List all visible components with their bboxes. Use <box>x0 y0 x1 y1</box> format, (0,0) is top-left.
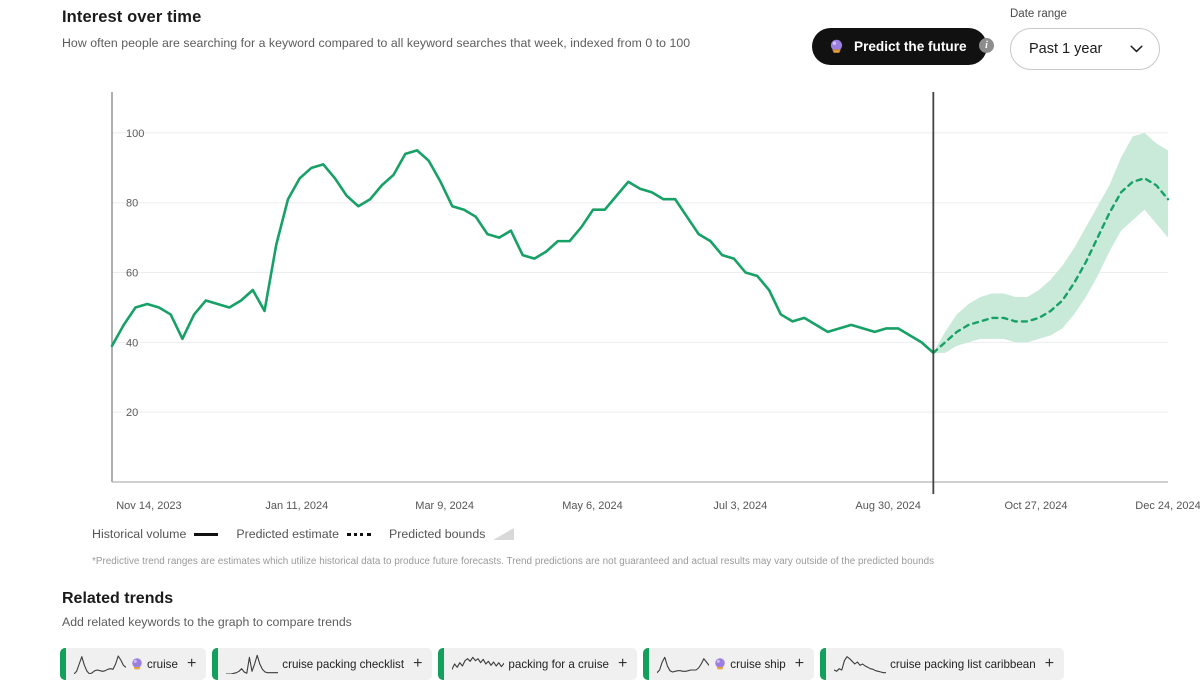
related-trends-title: Related trends <box>62 590 174 607</box>
legend-predicted-estimate-label: Predicted estimate <box>236 527 339 541</box>
x-axis-tick-label: May 6, 2024 <box>562 500 623 512</box>
related-trends-chip-list: cruise + cruise packing checklist + packing … <box>60 648 1065 680</box>
chip-sparkline <box>74 655 126 674</box>
related-trend-chip[interactable]: cruise + <box>60 648 207 680</box>
legend-item-predicted-estimate: Predicted estimate <box>236 527 371 541</box>
date-range-value: Past 1 year <box>1029 41 1103 57</box>
legend-bounds-wedge-swatch <box>493 528 515 540</box>
x-axis-tick-label: Mar 9, 2024 <box>415 500 474 512</box>
chip-label: packing for a cruise <box>508 657 609 671</box>
legend-historical-label: Historical volume <box>92 527 187 541</box>
crystal-ball-icon <box>715 658 726 670</box>
crystal-ball-icon <box>830 39 843 53</box>
predict-the-future-button[interactable]: Predict the future <box>812 28 987 65</box>
chart-footnote: *Predictive trend ranges are estimates w… <box>92 556 935 567</box>
y-axis-tick-label: 40 <box>126 337 138 349</box>
interest-over-time-page: Interest over time How often people are … <box>0 0 1200 700</box>
legend-predicted-bounds-label: Predicted bounds <box>388 527 486 541</box>
x-axis-tick-label: Jan 11, 2024 <box>265 500 328 512</box>
x-axis-tick-label: Dec 24, 2024 <box>1135 500 1200 512</box>
plus-icon[interactable]: + <box>413 656 422 672</box>
y-axis-tick-label: 60 <box>126 268 138 280</box>
chip-label: cruise packing checklist <box>282 657 405 671</box>
page-subtitle: How often people are searching for a key… <box>62 36 691 50</box>
x-axis-tick-label: Aug 30, 2024 <box>855 500 920 512</box>
legend-dashed-line-swatch <box>346 532 371 536</box>
chart-legend: Historical volume Predicted estimate Pre… <box>92 527 515 541</box>
related-trend-chip[interactable]: cruise packing checklist + <box>212 648 433 680</box>
y-axis-tick-label: 100 <box>126 128 144 140</box>
related-trend-chip[interactable]: cruise ship + <box>643 648 815 680</box>
chip-label: cruise <box>147 657 178 671</box>
predict-button-label: Predict the future <box>854 39 967 54</box>
info-icon[interactable]: i <box>979 38 994 53</box>
legend-solid-line-swatch <box>194 532 219 536</box>
chip-accent-bar <box>438 648 445 680</box>
plus-icon[interactable]: + <box>795 656 804 672</box>
chip-label: cruise ship <box>730 657 786 671</box>
x-axis-tick-label: Jul 3, 2024 <box>713 500 767 512</box>
related-trend-chip[interactable]: cruise packing list caribbean + <box>820 648 1065 680</box>
chip-accent-bar <box>820 648 827 680</box>
crystal-ball-icon <box>132 658 142 670</box>
plus-icon[interactable]: + <box>187 656 196 672</box>
date-range-select[interactable]: Past 1 year <box>1010 28 1160 70</box>
related-trends-subtitle: Add related keywords to the graph to com… <box>62 615 352 629</box>
chip-accent-bar <box>212 648 219 680</box>
interest-chart: 20 40 60 80 100 Nov 14, 2023 Jan 11, 2024 Mar 9… <box>0 84 1200 516</box>
legend-item-predicted-bounds: Predicted bounds <box>389 527 515 541</box>
related-trend-chip[interactable]: packing for a cruise + <box>438 648 638 680</box>
plus-icon[interactable]: + <box>1045 656 1054 672</box>
page-header: Interest over time How often people are … <box>0 0 1200 80</box>
date-range-label: Date range <box>1010 8 1067 20</box>
chevron-down-icon <box>1130 45 1143 53</box>
historical-volume-line <box>110 149 935 355</box>
plus-icon[interactable]: + <box>618 656 627 672</box>
chip-sparkline <box>226 654 279 674</box>
y-axis-tick-label: 20 <box>126 407 138 419</box>
x-axis-tick-label: Nov 14, 2023 <box>116 500 181 512</box>
chart-svg[interactable]: 20 40 60 80 100 Nov 14, 2023 Jan 11, 2024 Mar 9… <box>0 84 1200 516</box>
chip-sparkline <box>657 656 710 674</box>
chip-accent-bar <box>60 648 66 680</box>
y-axis-tick-label: 80 <box>126 198 138 210</box>
predicted-bounds-band <box>933 132 1168 353</box>
chip-accent-bar <box>643 648 650 680</box>
page-title: Interest over time <box>62 8 202 26</box>
legend-item-historical: Historical volume <box>92 527 219 541</box>
chip-sparkline <box>834 656 887 674</box>
chip-sparkline <box>452 656 505 670</box>
x-axis-tick-label: Oct 27, 2024 <box>1005 500 1068 512</box>
chip-label: cruise packing list caribbean <box>890 657 1036 671</box>
